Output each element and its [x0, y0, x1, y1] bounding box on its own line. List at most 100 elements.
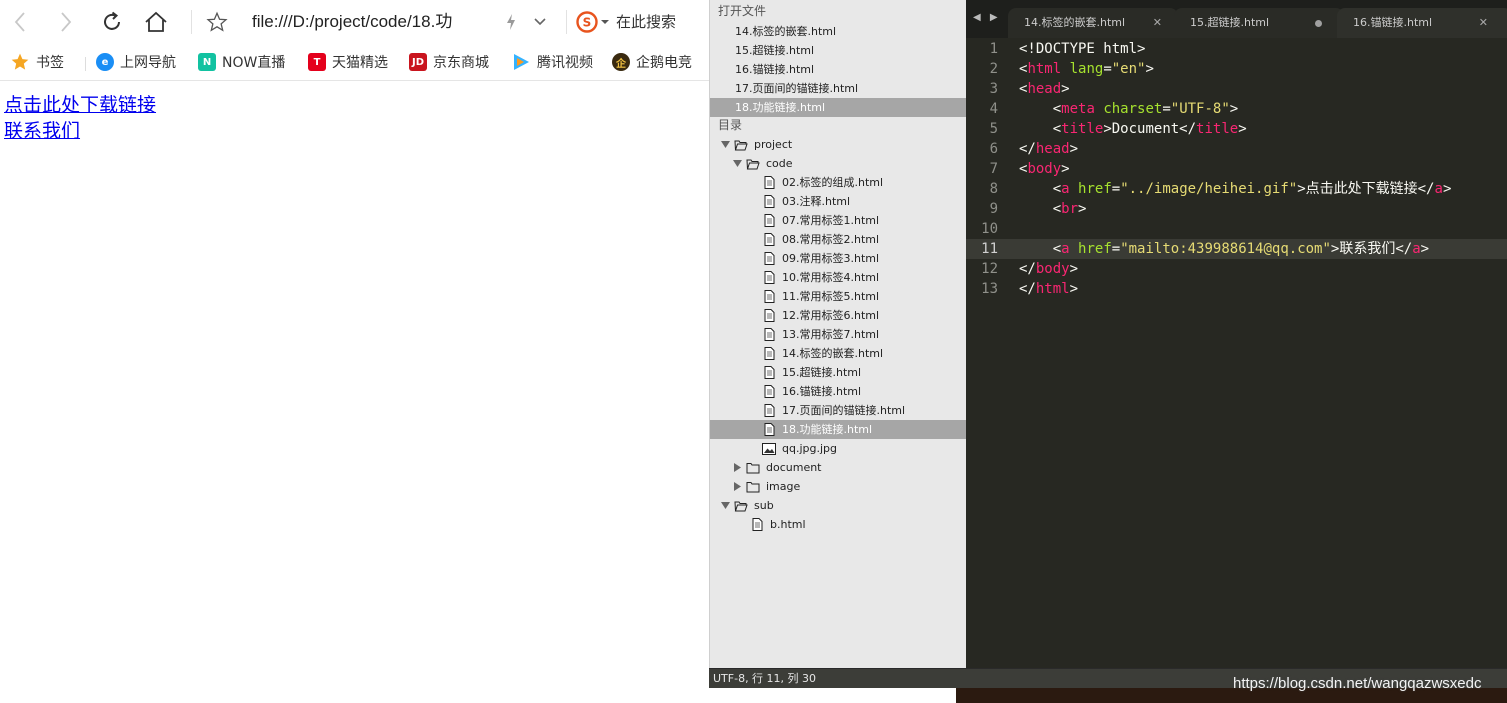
- tab-label: 15.超链接.html: [1190, 16, 1270, 29]
- bookmark-item[interactable]: 腾讯视频: [511, 51, 593, 73]
- code-line[interactable]: 13 </html>: [966, 279, 1507, 299]
- tree-file-item[interactable]: 14.标签的嵌套.html: [710, 344, 966, 363]
- reload-button[interactable]: [97, 7, 127, 37]
- tree-folder-image[interactable]: image: [710, 477, 966, 496]
- folder-icon: [746, 461, 760, 475]
- tree-file-item[interactable]: 16.锚链接.html: [710, 382, 966, 401]
- file-icon: [762, 214, 776, 228]
- browser-window: file:///D:/project/code/18.功 S 在此搜索 书签 e…: [0, 0, 709, 703]
- file-icon: [762, 404, 776, 418]
- open-file-item[interactable]: 14.标签的嵌套.html: [710, 22, 966, 41]
- open-file-item[interactable]: 16.锚链接.html: [710, 60, 966, 79]
- code-area[interactable]: 1 <!DOCTYPE html> 2 <html lang="en"> 3 <head>…: [966, 39, 1507, 299]
- bookmark-label: 上网导航: [120, 55, 176, 71]
- code-line[interactable]: 1 <!DOCTYPE html>: [966, 39, 1507, 59]
- code-line[interactable]: 7 <body>: [966, 159, 1507, 179]
- editor-tab[interactable]: 15.超链接.html: [1174, 8, 1344, 38]
- tree-file-item[interactable]: 17.页面间的锚链接.html: [710, 401, 966, 420]
- tree-item-label: image: [766, 480, 801, 493]
- editor-tab[interactable]: 16.锚链接.html ✕: [1337, 8, 1507, 38]
- unsaved-dot-icon[interactable]: [1315, 20, 1322, 27]
- tree-file-item[interactable]: 10.常用标签4.html: [710, 268, 966, 287]
- code-text: <br>: [1019, 201, 1087, 217]
- file-icon: [750, 518, 764, 532]
- contact-link[interactable]: 联系我们: [4, 118, 80, 144]
- code-line[interactable]: 12 </body>: [966, 259, 1507, 279]
- code-text: <meta charset="UTF-8">: [1019, 101, 1239, 117]
- code-line[interactable]: 8 <a href="../image/heihei.gif">点击此处下载链接…: [966, 179, 1507, 199]
- tree-file-item[interactable]: 07.常用标签1.html: [710, 211, 966, 230]
- tree-file-item[interactable]: 12.常用标签6.html: [710, 306, 966, 325]
- bookmark-item[interactable]: 企 企鹅电竞: [612, 51, 692, 73]
- bookmark-item[interactable]: N NOW直播: [198, 51, 285, 73]
- tree-file-item[interactable]: 13.常用标签7.html: [710, 325, 966, 344]
- code-line[interactable]: 5 <title>Document</title>: [966, 119, 1507, 139]
- speed-mode-button[interactable]: [503, 11, 519, 33]
- toolbar-divider: [566, 10, 567, 34]
- code-line[interactable]: 10: [966, 219, 1507, 239]
- open-file-item-active[interactable]: 18.功能链接.html: [710, 98, 966, 117]
- jd-icon: JD: [409, 53, 427, 71]
- file-icon: [762, 366, 776, 380]
- tree-file-item[interactable]: 03.注释.html: [710, 192, 966, 211]
- tree-file-item[interactable]: 02.标签的组成.html: [710, 173, 966, 192]
- tree-folder-document[interactable]: document: [710, 458, 966, 477]
- back-button[interactable]: [5, 7, 35, 37]
- tree-file-item[interactable]: qq.jpg.jpg: [710, 439, 966, 458]
- tree-item-label: b.html: [770, 518, 806, 531]
- close-icon[interactable]: ✕: [1479, 8, 1488, 38]
- watermark: https://blog.csdn.net/wangqazwsxedc: [1233, 675, 1482, 692]
- close-icon[interactable]: ✕: [1153, 8, 1162, 38]
- tab-nav-arrows[interactable]: ◀ ▶: [973, 12, 1001, 23]
- code-line[interactable]: 11 <a href="mailto:439988614@qq.com">联系我…: [966, 239, 1507, 259]
- code-text: <html lang="en">: [1019, 61, 1154, 77]
- search-input[interactable]: 在此搜索: [616, 10, 676, 34]
- code-line[interactable]: 4 <meta charset="UTF-8">: [966, 99, 1507, 119]
- tree-folder-code[interactable]: code: [710, 154, 966, 173]
- open-file-item[interactable]: 15.超链接.html: [710, 41, 966, 60]
- code-line[interactable]: 2 <html lang="en">: [966, 59, 1507, 79]
- tree-folder-project[interactable]: project: [710, 135, 966, 154]
- code-editor: ◀ ▶ 14.标签的嵌套.html ✕ 15.超链接.html 16.锚链接.h…: [966, 0, 1507, 668]
- triangle-right-icon[interactable]: [732, 477, 742, 496]
- tree-folder-sub[interactable]: sub: [710, 496, 966, 515]
- tree-file-item[interactable]: 18.功能链接.html: [710, 420, 966, 439]
- home-button[interactable]: [141, 7, 171, 37]
- bookmarks-bar: 书签 e 上网导航 N NOW直播 T 天猫精选 JD 京东商城 腾讯视频 企 …: [0, 44, 709, 81]
- file-icon: [762, 271, 776, 285]
- code-line[interactable]: 9 <br>: [966, 199, 1507, 219]
- triangle-down-icon[interactable]: [720, 135, 730, 154]
- ie-icon: e: [96, 53, 114, 71]
- tree-file-item[interactable]: 09.常用标签3.html: [710, 249, 966, 268]
- bookmark-item[interactable]: 书签: [10, 51, 64, 73]
- bookmark-item[interactable]: JD 京东商城: [409, 51, 489, 73]
- sogou-logo-icon: S: [576, 11, 598, 33]
- code-line[interactable]: 6 </head>: [966, 139, 1507, 159]
- download-link[interactable]: 点击此处下载链接: [4, 92, 156, 118]
- triangle-down-icon[interactable]: [732, 154, 742, 173]
- triangle-down-icon[interactable]: [720, 496, 730, 515]
- tree-file-item[interactable]: 15.超链接.html: [710, 363, 966, 382]
- address-bar[interactable]: file:///D:/project/code/18.功: [252, 10, 484, 34]
- forward-button[interactable]: [51, 7, 81, 37]
- address-dropdown-button[interactable]: [530, 11, 550, 33]
- tree-file-item[interactable]: b.html: [710, 515, 966, 534]
- tree-file-item[interactable]: 08.常用标签2.html: [710, 230, 966, 249]
- triangle-right-icon[interactable]: [732, 458, 742, 477]
- editor-tab[interactable]: 14.标签的嵌套.html ✕: [1008, 8, 1178, 38]
- bookmark-item[interactable]: e 上网导航: [96, 51, 176, 73]
- tree-file-item[interactable]: 11.常用标签5.html: [710, 287, 966, 306]
- bookmark-divider: [85, 57, 86, 71]
- favorite-button[interactable]: [204, 9, 230, 35]
- star-icon: [11, 53, 29, 70]
- search-engine-selector[interactable]: S: [576, 10, 610, 34]
- tab-bar: ◀ ▶ 14.标签的嵌套.html ✕ 15.超链接.html 16.锚链接.h…: [966, 0, 1507, 38]
- bookmark-item[interactable]: T 天猫精选: [308, 51, 388, 73]
- code-line[interactable]: 3 <head>: [966, 79, 1507, 99]
- editor-sidebar: 打开文件 14.标签的嵌套.html 15.超链接.html 16.锚链接.ht…: [709, 0, 966, 668]
- open-file-item[interactable]: 17.页面间的锚链接.html: [710, 79, 966, 98]
- line-number: 9: [989, 201, 998, 217]
